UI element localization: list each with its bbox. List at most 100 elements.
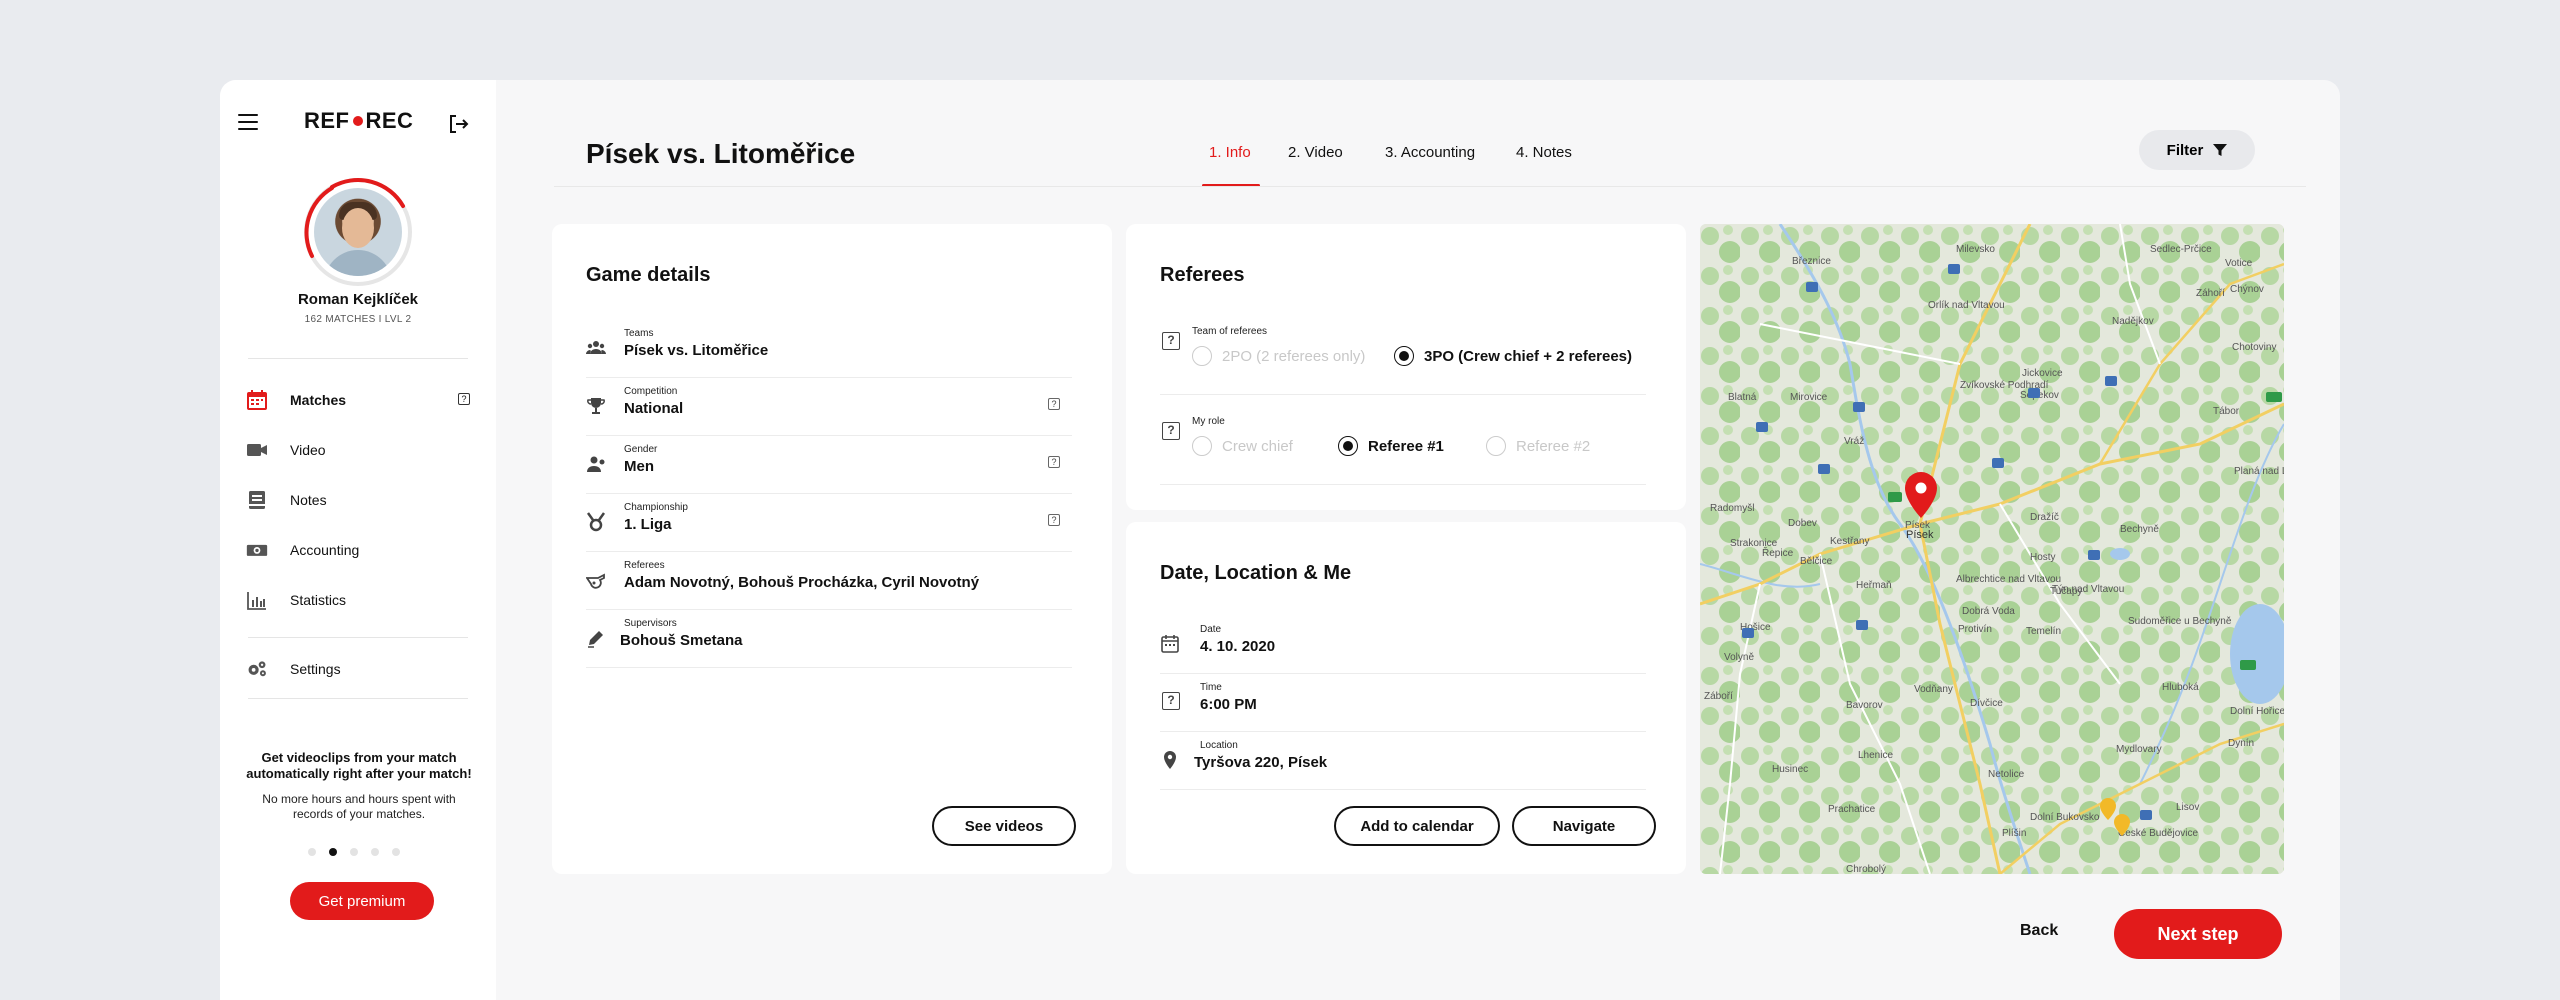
- row-value: Písek vs. Litoměřice: [624, 342, 769, 359]
- map-town-label: Hluboká: [2162, 682, 2199, 693]
- filter-button[interactable]: Filter: [2139, 130, 2255, 170]
- radio-3po[interactable]: [1394, 346, 1414, 366]
- back-button[interactable]: Back: [2020, 922, 2058, 940]
- page-title: Písek vs. Litoměřice: [586, 138, 856, 169]
- sidebar-item-label: Notes: [290, 492, 327, 508]
- menu-icon[interactable]: [238, 114, 258, 130]
- tab-info[interactable]: 1. Info: [1209, 144, 1251, 161]
- pen-icon: [588, 631, 603, 648]
- game-details-card: Game details Teams Písek vs. Litoměřice …: [552, 224, 1112, 874]
- carousel-dot[interactable]: [308, 848, 316, 856]
- detail-row-teams: Teams Písek vs. Litoměřice: [586, 320, 1072, 378]
- radio-referee-2[interactable]: [1486, 436, 1506, 456]
- radio-2po[interactable]: [1192, 346, 1212, 366]
- map-town-label: Březnice: [1792, 256, 1831, 267]
- divider: [248, 637, 468, 638]
- map-town-label: Orlík nad Vltavou: [1928, 300, 2005, 311]
- map-town-label: Lhenice: [1858, 750, 1893, 761]
- sidebar-item-video[interactable]: Video: [246, 435, 476, 465]
- tab-video[interactable]: 2. Video: [1288, 144, 1343, 161]
- sidebar-item-accounting[interactable]: Accounting: [246, 535, 476, 565]
- get-premium-button[interactable]: Get premium: [290, 882, 434, 920]
- map-canvas[interactable]: Březnice Sedlec-Prčice Milevsko Orlík nad V…: [1700, 224, 2284, 874]
- map-town-label: Vráž: [1844, 436, 1864, 447]
- sidebar-item-settings[interactable]: Settings: [246, 654, 476, 684]
- divider: [1160, 394, 1646, 395]
- date-location-title: Date, Location & Me: [1160, 562, 1352, 584]
- help-icon[interactable]: ?: [1048, 398, 1060, 410]
- help-icon[interactable]: ?: [1048, 514, 1060, 526]
- radio-crew-chief-label: Crew chief: [1222, 438, 1293, 455]
- map-town-label: Protivín: [1958, 624, 1992, 635]
- detail-row-location: Location Tyršova 220, Písek: [1160, 732, 1646, 790]
- carousel-dot[interactable]: [392, 848, 400, 856]
- user-name: Roman Kejklíček: [297, 291, 419, 308]
- detail-row-time: ? Time 6:00 PM: [1160, 674, 1646, 732]
- row-label: Time: [1200, 682, 1222, 693]
- next-step-button[interactable]: Next step: [2114, 909, 2282, 959]
- help-icon[interactable]: ?: [1162, 422, 1180, 440]
- map-town-label: Chýnov: [2230, 284, 2264, 295]
- help-icon[interactable]: ?: [1162, 332, 1180, 350]
- row-label: Teams: [624, 328, 654, 339]
- user-meta: 162 MATCHES I LVL 2: [304, 314, 412, 325]
- sidebar-item-matches[interactable]: Matches ?: [246, 385, 476, 415]
- logout-icon[interactable]: [446, 112, 470, 136]
- map-town-label: Řepice: [1762, 546, 1794, 559]
- sidebar-item-notes[interactable]: Notes: [246, 485, 476, 515]
- video-camera-icon: [247, 444, 267, 456]
- divider: [1160, 484, 1646, 485]
- map-town-label: Dolní Bukovsko: [2030, 812, 2100, 823]
- map-town-label: Sedlec-Prčice: [2150, 244, 2212, 255]
- help-icon[interactable]: ?: [1048, 456, 1060, 468]
- help-icon[interactable]: ?: [1162, 692, 1180, 710]
- whistle-icon: [586, 573, 605, 589]
- map-town-label: Planá nad Lužnicí: [2234, 466, 2284, 477]
- map-town-label: Prachatice: [1828, 804, 1876, 815]
- map-town-label: Nadějkov: [2112, 316, 2154, 327]
- carousel-dot[interactable]: [350, 848, 358, 856]
- money-icon: [246, 544, 268, 556]
- location-pin-icon: [1164, 751, 1176, 769]
- map-town-label: Chrobolý: [1846, 864, 1886, 874]
- map[interactable]: Březnice Sedlec-Prčice Milevsko Orlík nad V…: [1700, 224, 2284, 874]
- row-label: Location: [1200, 740, 1238, 751]
- carousel-dot[interactable]: [371, 848, 379, 856]
- map-marker-label: Písek: [1906, 529, 1934, 541]
- row-label: Gender: [624, 444, 658, 455]
- carousel-dots[interactable]: [308, 843, 418, 856]
- tab-accounting[interactable]: 3. Accounting: [1385, 144, 1475, 161]
- row-value: Bohouš Smetana: [620, 632, 743, 649]
- see-videos-button[interactable]: See videos: [932, 806, 1076, 846]
- bar-chart-icon: [247, 592, 266, 610]
- detail-row-referees: Referees Adam Novotný, Bohouš Procházka,…: [586, 552, 1072, 610]
- radio-crew-chief[interactable]: [1192, 436, 1212, 456]
- add-to-calendar-button[interactable]: Add to calendar: [1334, 806, 1500, 846]
- sidebar-item-statistics[interactable]: Statistics: [246, 585, 476, 615]
- navigate-button[interactable]: Navigate: [1512, 806, 1656, 846]
- map-town-label: Albrechtice nad Vltavou: [1956, 574, 2061, 585]
- map-town-label: Dolní Hořice: [2230, 706, 2284, 717]
- radio-referee-2-label: Referee #2: [1516, 438, 1591, 455]
- map-town-label: Plíšin: [2002, 828, 2026, 839]
- map-town-label: Bechyně: [2120, 524, 2159, 535]
- radio-referee-1[interactable]: [1338, 436, 1358, 456]
- map-town-label: Hosty: [2030, 552, 2056, 563]
- map-town-label: Tučapy: [2050, 586, 2082, 597]
- map-town-label: Blatná: [1728, 392, 1757, 403]
- row-label: Supervisors: [624, 618, 677, 629]
- header-divider: [554, 186, 2306, 187]
- sidebar-item-label: Settings: [290, 661, 341, 677]
- user-avatar[interactable]: [302, 176, 414, 288]
- referees-card: Referees ? Team of referees 2PO (2 refer…: [1126, 224, 1686, 510]
- help-icon[interactable]: ?: [458, 393, 470, 405]
- map-town-label: Kestřany: [1830, 536, 1869, 547]
- tab-notes[interactable]: 4. Notes: [1516, 144, 1572, 161]
- carousel-dot-active[interactable]: [329, 848, 337, 856]
- filter-icon: [2213, 143, 2228, 156]
- row-label: Championship: [624, 502, 688, 513]
- detail-row-supervisors: Supervisors Bohouš Smetana: [586, 610, 1072, 668]
- map-town-label: Mydlovary: [2116, 744, 2162, 755]
- sidebar-item-label: Matches: [290, 392, 347, 408]
- map-town-label: Jickovice: [2022, 368, 2063, 379]
